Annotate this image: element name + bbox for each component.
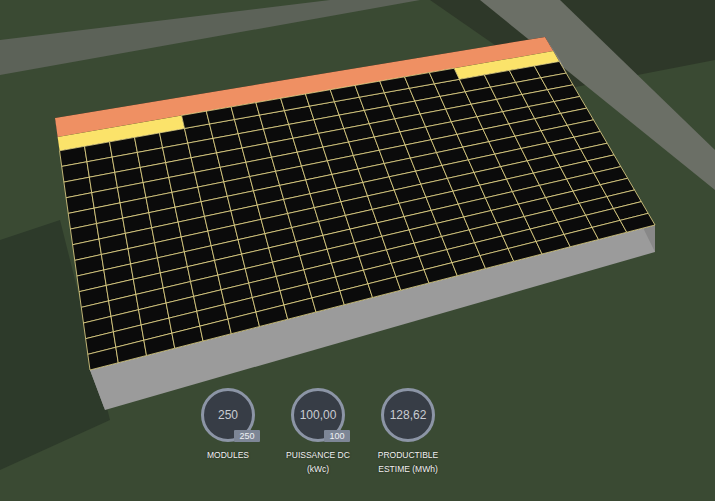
gauge-label: MODULES xyxy=(207,448,249,462)
solar-module[interactable] xyxy=(206,107,234,124)
gauge-dial: 128,62 xyxy=(381,388,435,442)
gauge-dial: 250250 xyxy=(201,388,255,442)
solar-module[interactable] xyxy=(305,90,334,106)
solar-module[interactable] xyxy=(380,77,410,93)
path xyxy=(480,0,715,190)
stat-gauge: 128,62 PRODUCTIBLEESTIME (MWh) xyxy=(363,388,453,476)
solar-module[interactable] xyxy=(256,305,288,327)
solar-module[interactable] xyxy=(480,249,514,269)
solar-module[interactable] xyxy=(405,73,435,89)
solar-module[interactable] xyxy=(508,242,542,262)
gauge-dial: 100,00100 xyxy=(291,388,345,442)
gauge-label: PUISSANCE DC(kWc) xyxy=(286,448,350,476)
road xyxy=(0,0,420,75)
solar-module[interactable] xyxy=(281,94,310,111)
solar-module[interactable] xyxy=(396,270,429,291)
gauge-label: PRODUCTIBLEESTIME (MWh) xyxy=(378,448,438,476)
solar-module[interactable] xyxy=(429,68,459,84)
solar-module[interactable] xyxy=(284,298,316,319)
gauge-badge: 250 xyxy=(234,430,260,442)
solar-module[interactable] xyxy=(144,333,175,355)
solar-module[interactable] xyxy=(355,81,384,97)
solar-module[interactable] xyxy=(368,277,401,298)
solar-module[interactable] xyxy=(620,213,655,232)
solar-module[interactable] xyxy=(88,347,118,370)
solar-module[interactable] xyxy=(200,319,231,341)
pv-designer: 250250MODULES100,00100PUISSANCE DC(kWc)1… xyxy=(0,0,715,501)
stat-gauge: 250250MODULES xyxy=(183,388,273,476)
solar-module[interactable] xyxy=(340,284,373,305)
solar-module[interactable] xyxy=(330,85,359,101)
solar-module[interactable] xyxy=(452,256,485,276)
solar-module[interactable] xyxy=(228,312,260,334)
roof-scene[interactable] xyxy=(0,0,715,501)
solar-module[interactable] xyxy=(116,340,147,363)
satellite-background xyxy=(0,0,715,501)
solar-module[interactable] xyxy=(172,326,203,348)
front-wall xyxy=(90,225,655,410)
gauge-value: 128,62 xyxy=(390,408,427,422)
solar-module[interactable] xyxy=(256,98,285,115)
gauge-badge: 100 xyxy=(324,430,350,442)
stat-gauge: 100,00100PUISSANCE DC(kWc) xyxy=(273,388,363,476)
stats-bar: 250250MODULES100,00100PUISSANCE DC(kWc)1… xyxy=(183,388,453,476)
solar-module[interactable] xyxy=(182,111,210,128)
solar-module[interactable] xyxy=(536,234,570,254)
solar-module[interactable] xyxy=(312,291,344,312)
roof xyxy=(55,37,655,370)
solar-module[interactable] xyxy=(424,263,457,283)
gauge-value: 100,00 xyxy=(300,408,337,422)
gauge-value: 250 xyxy=(218,408,238,422)
solar-module[interactable] xyxy=(231,103,259,120)
